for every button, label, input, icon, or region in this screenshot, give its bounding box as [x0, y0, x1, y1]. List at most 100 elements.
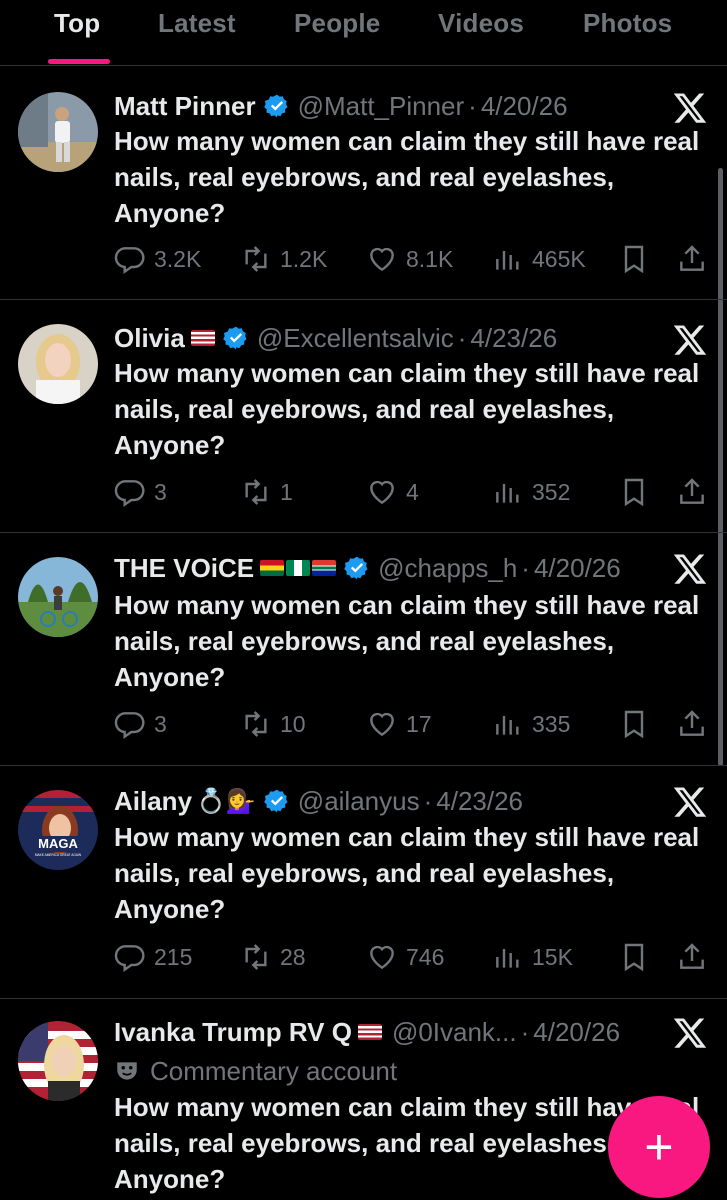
views-chart-icon [496, 949, 519, 968]
repost-button[interactable]: 28 [240, 940, 306, 974]
handle[interactable]: @0Ivank... [392, 1017, 517, 1048]
commentary-account-label: Commentary account [114, 1053, 397, 1089]
reply-icon [114, 480, 145, 507]
post-text: How many women can claim they still have… [114, 126, 700, 228]
bookmark-icon[interactable] [618, 475, 650, 509]
reply-count: 3 [154, 710, 167, 737]
maga-avatar: MAGA MAKE AMERICA GREAT AGAIN [18, 790, 98, 870]
display-name[interactable]: Matt Pinner [114, 91, 256, 122]
compose-post-button[interactable]: + [608, 1096, 710, 1198]
post-header: THE VOiCE @chapps_h · 4/20/26 [114, 552, 621, 584]
reply-icon [114, 712, 145, 739]
repost-icon [245, 711, 267, 737]
plus-icon: + [644, 1119, 674, 1175]
post[interactable]: Matt Pinner @Matt_Pinner · 4/20/26 How m… [0, 66, 727, 300]
like-button[interactable]: 746 [366, 940, 444, 974]
reply-button[interactable]: 3 [114, 707, 167, 741]
flags-gh-ng-za [260, 560, 337, 576]
view-count: 465K [532, 245, 586, 272]
views-chart-icon [496, 251, 519, 270]
post-date[interactable]: 4/20/26 [534, 553, 621, 584]
tab-videos[interactable]: Videos [438, 8, 524, 39]
repost-count: 1 [280, 478, 293, 505]
post-actions: 215 28 746 15K [114, 940, 714, 974]
name-emojis: 💍💁‍♀️ [196, 787, 256, 815]
search-tabs: Top Latest People Videos Photos [0, 0, 727, 66]
bookmark-icon[interactable] [618, 707, 650, 741]
reply-button[interactable]: 215 [114, 940, 192, 974]
views-button[interactable]: 15K [492, 940, 573, 974]
active-tab-indicator [48, 59, 110, 64]
tab-latest[interactable]: Latest [158, 8, 236, 39]
bookmark-icon[interactable] [618, 940, 650, 974]
verified-badge-icon[interactable] [223, 325, 249, 351]
repost-button[interactable]: 1 [240, 475, 293, 509]
like-button[interactable]: 8.1K [366, 242, 453, 276]
share-icon[interactable] [676, 475, 708, 509]
x-logo-icon [673, 787, 707, 817]
verified-badge-icon[interactable] [264, 788, 290, 814]
verified-badge-icon[interactable] [263, 93, 290, 119]
view-count: 335 [532, 710, 571, 737]
avatar-badge-text: MAGA [38, 836, 78, 851]
reply-button[interactable]: 3 [114, 475, 167, 509]
x-logo-icon [673, 93, 707, 123]
post-actions: 3 1 4 352 [114, 475, 714, 509]
reply-count: 215 [154, 943, 193, 970]
post-text: How many women can claim they still have… [114, 358, 700, 460]
post-actions: 3.2K 1.2K 8.1K 465K [114, 242, 714, 276]
post-header: Ailany 💍💁‍♀️ @ailanyus · 4/23/26 [114, 785, 524, 817]
handle[interactable]: @Matt_Pinner [298, 91, 465, 122]
handle[interactable]: @ailanyus [298, 786, 420, 817]
post-date[interactable]: 4/23/26 [436, 786, 523, 817]
views-chart-icon [496, 484, 519, 503]
post-header: Ivanka Trump RV Q @0Ivank... · 4/20/26 [114, 1016, 621, 1048]
handle[interactable]: @chapps_h [378, 553, 517, 584]
post[interactable]: THE VOiCE @chapps_h · 4/20/26 How many w… [0, 533, 727, 766]
masks-icon [117, 1062, 137, 1080]
tab-people[interactable]: People [294, 8, 380, 39]
commentary-label-text: Commentary account [150, 1055, 398, 1086]
tab-photos[interactable]: Photos [583, 8, 672, 39]
reply-icon [114, 945, 145, 972]
views-button[interactable]: 335 [492, 707, 570, 741]
avatar[interactable] [18, 92, 98, 172]
post-date[interactable]: 4/20/26 [481, 91, 568, 122]
views-button[interactable]: 465K [492, 242, 586, 276]
post[interactable]: Olivia @Excellentsalvic · 4/23/26 How ma… [0, 300, 727, 533]
share-icon[interactable] [676, 707, 708, 741]
avatar[interactable]: MAGA MAKE AMERICA GREAT AGAIN [18, 790, 98, 870]
share-icon[interactable] [676, 940, 708, 974]
post[interactable]: MAGA MAKE AMERICA GREAT AGAIN Ailany 💍💁‍♀… [0, 766, 727, 999]
like-button[interactable]: 17 [366, 707, 432, 741]
avatar-badge-subtext: MAKE AMERICA GREAT AGAIN [35, 853, 82, 857]
display-name[interactable]: Ailany [114, 786, 192, 817]
avatar[interactable] [18, 557, 98, 637]
handle[interactable]: @Excellentsalvic [257, 323, 454, 354]
reply-button[interactable]: 3.2K [114, 242, 201, 276]
views-button[interactable]: 352 [492, 475, 570, 509]
tab-top[interactable]: Top [54, 8, 100, 39]
repost-button[interactable]: 1.2K [240, 242, 327, 276]
reply-count: 3 [154, 478, 167, 505]
post-header: Matt Pinner @Matt_Pinner · 4/20/26 [114, 90, 568, 122]
post-header: Olivia @Excellentsalvic · 4/23/26 [114, 322, 558, 354]
like-button[interactable]: 4 [366, 475, 419, 509]
x-logo-icon [673, 554, 707, 584]
post-text: How many women can claim they still have… [114, 822, 700, 924]
post-date[interactable]: 4/23/26 [470, 323, 557, 354]
avatar[interactable] [18, 1021, 98, 1101]
display-name[interactable]: Ivanka Trump RV Q [114, 1017, 352, 1048]
verified-badge-icon[interactable] [344, 555, 370, 581]
post-date[interactable]: 4/20/26 [533, 1017, 620, 1048]
repost-button[interactable]: 10 [240, 707, 306, 741]
display-name[interactable]: Olivia [114, 323, 185, 354]
share-icon[interactable] [676, 242, 708, 276]
x-logo-icon [673, 1018, 707, 1048]
avatar[interactable] [18, 324, 98, 404]
bookmark-icon[interactable] [618, 242, 650, 276]
reply-count: 3.2K [154, 245, 202, 272]
like-count: 4 [406, 478, 419, 505]
heart-icon [370, 945, 394, 970]
display-name[interactable]: THE VOiCE [114, 553, 254, 584]
